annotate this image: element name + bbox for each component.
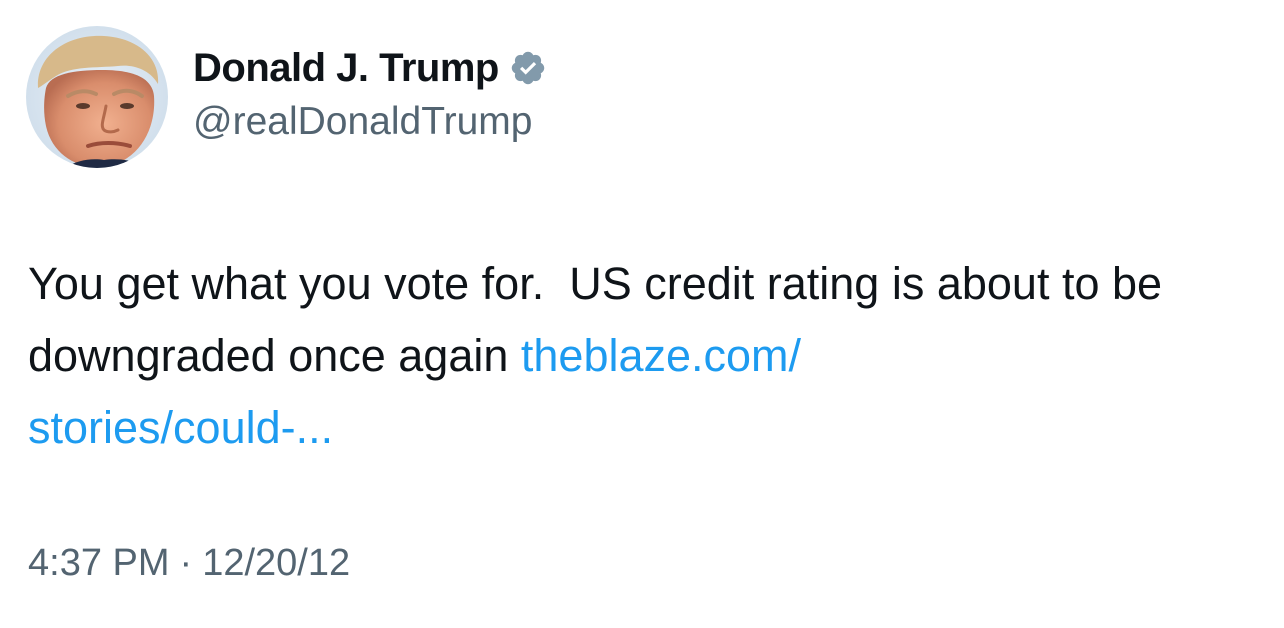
display-name[interactable]: Donald J. Trump [193,46,499,91]
tweet-card: Donald J. Trump @realDonaldTrump You get… [0,0,1284,628]
tweet-text: You get what you vote for. US credit rat… [28,248,1268,464]
avatar-photo [26,26,168,168]
tweet-timestamp: 4:37 PM · 12/20/12 [28,542,350,585]
name-row: Donald J. Trump [193,42,547,94]
tweet-date[interactable]: 12/20/12 [202,542,350,585]
author-block: Donald J. Trump @realDonaldTrump [193,42,547,144]
tweet-time[interactable]: 4:37 PM [28,542,170,585]
verified-badge-icon[interactable] [509,49,547,87]
avatar[interactable] [26,26,168,168]
meta-separator: · [179,542,193,584]
handle[interactable]: @realDonaldTrump [193,100,547,144]
